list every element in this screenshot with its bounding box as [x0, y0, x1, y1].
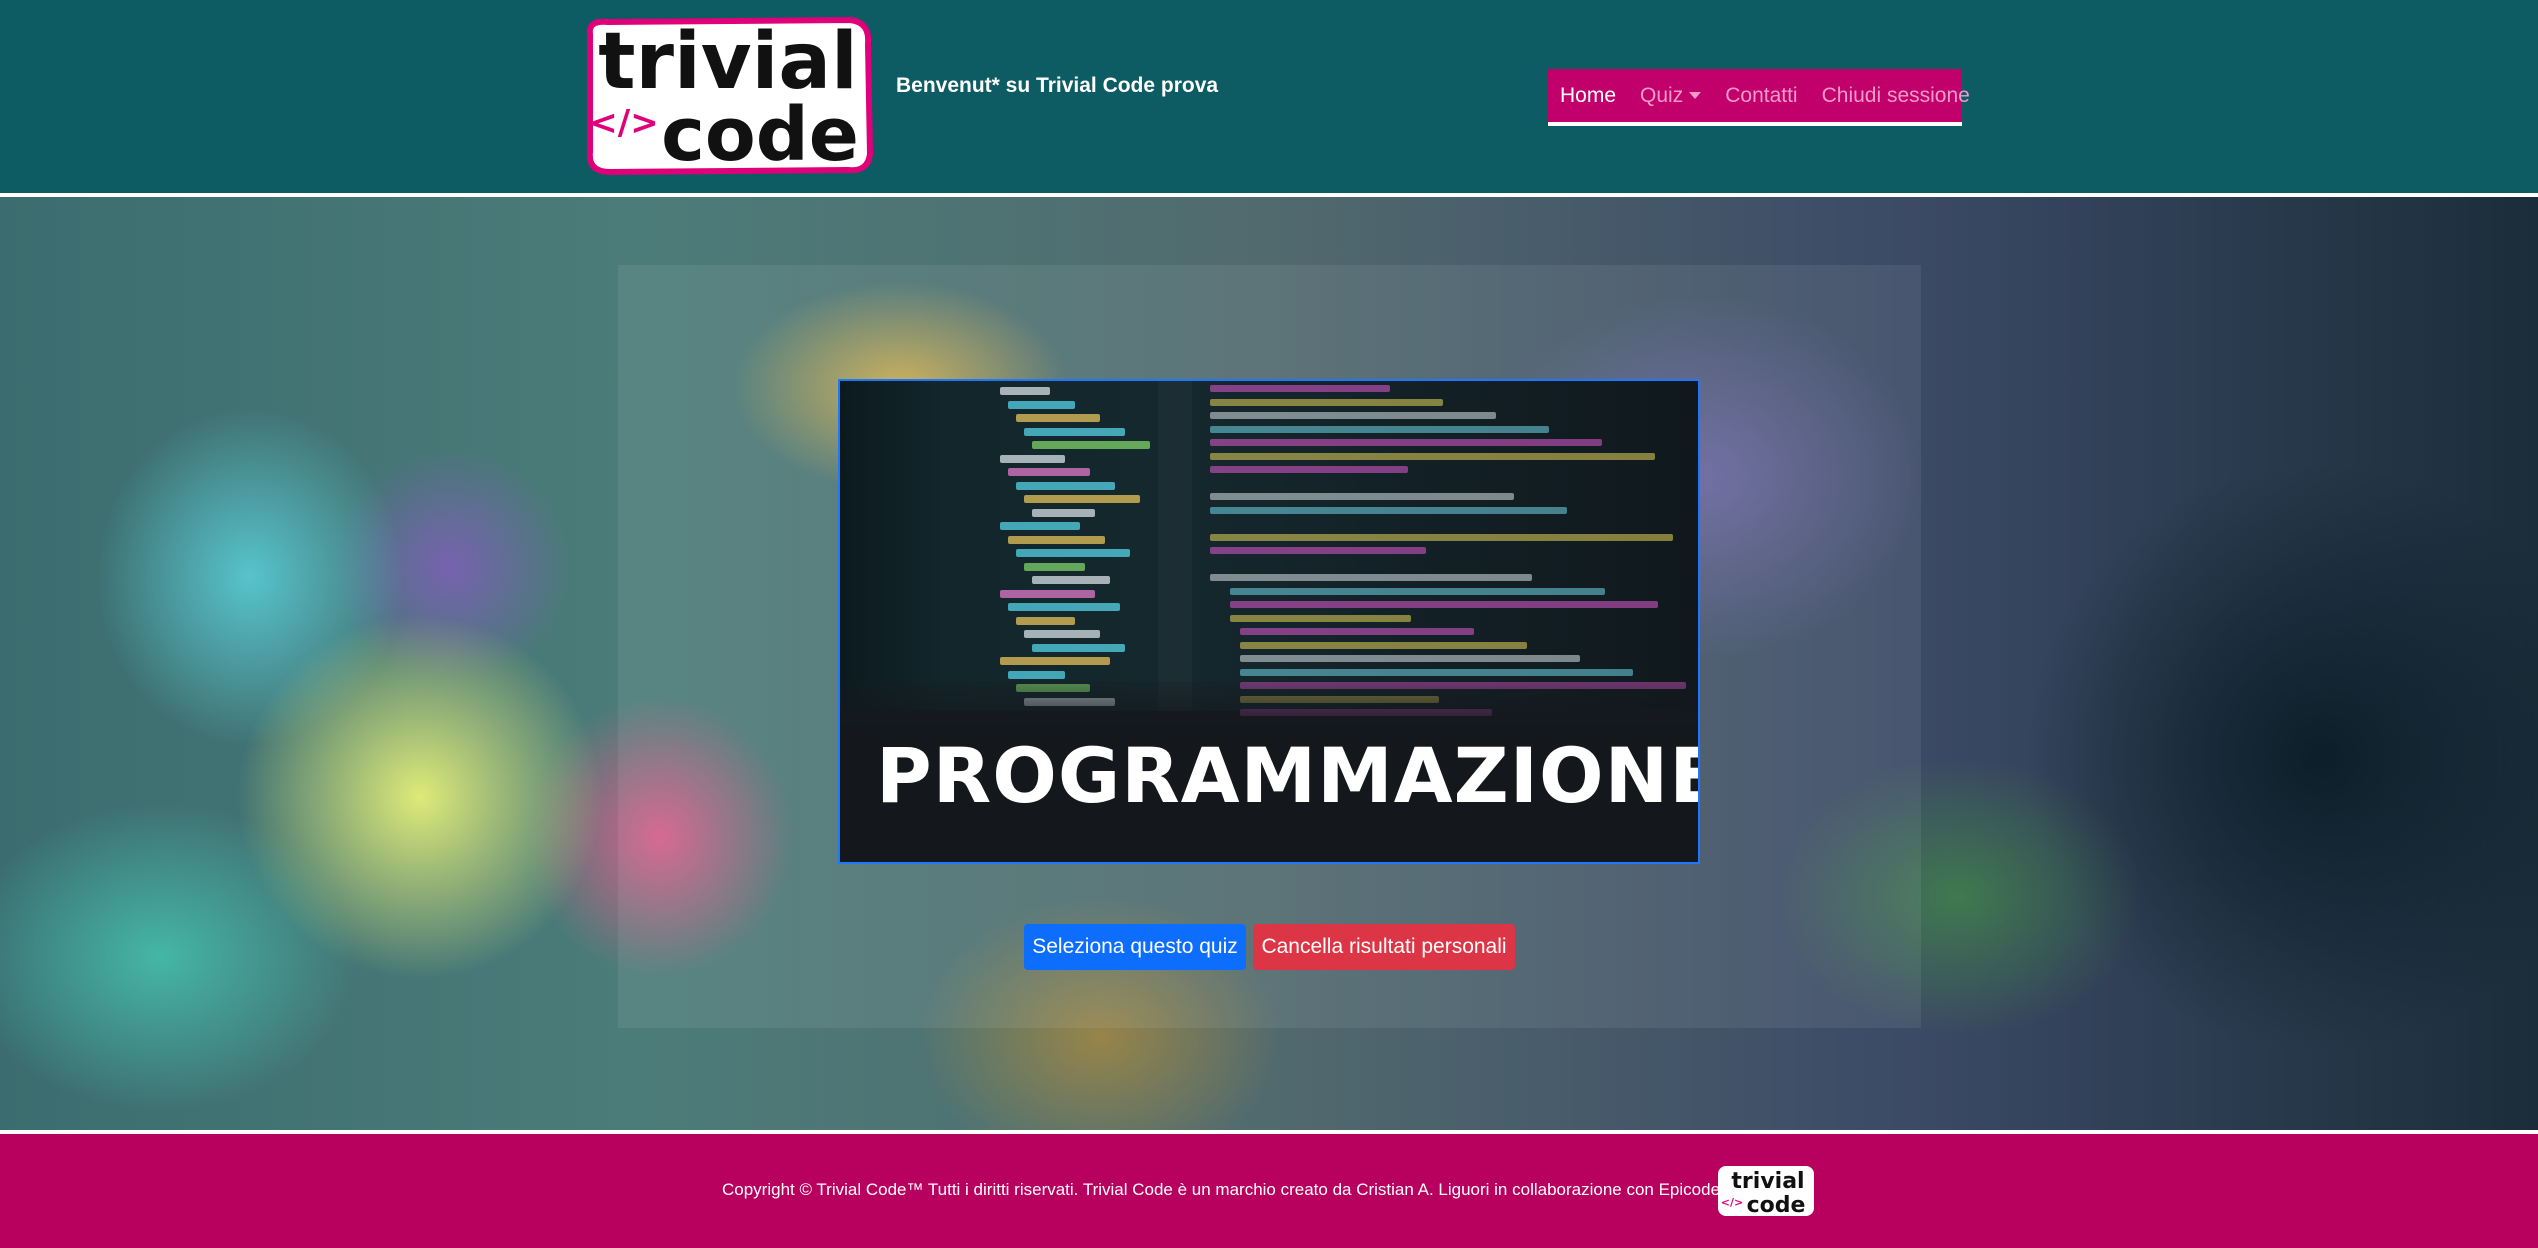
file-tree-line: [1024, 630, 1100, 638]
code-screenshot-image: [840, 381, 1698, 716]
file-tree-line: [1000, 454, 1065, 463]
code-line: [1230, 614, 1411, 622]
code-line: [1210, 574, 1532, 581]
nav-home[interactable]: Home: [1548, 84, 1628, 108]
code-line: [1210, 493, 1514, 500]
hero-background: PROGRAMMAZIONE Seleziona questo quiz Can…: [0, 197, 2538, 1130]
footer-logo: trivial code </>: [1716, 1164, 1816, 1218]
file-tree-line: [1032, 508, 1095, 517]
code-line: [1210, 412, 1496, 419]
svg-text:trivial: trivial: [1731, 1169, 1804, 1194]
file-tree-line: [1008, 535, 1105, 544]
quiz-cover-image[interactable]: PROGRAMMAZIONE: [838, 379, 1700, 864]
main-nav: Home Quiz Contatti Chiudi sessione: [1548, 69, 1970, 126]
copyright-text: Copyright © Trivial Code™ Tutti i diritt…: [722, 1180, 1782, 1199]
file-tree-line: [1024, 562, 1085, 571]
code-line: [1210, 506, 1567, 514]
file-tree-line: [1008, 670, 1065, 679]
code-line: [1210, 385, 1390, 392]
file-tree-line: [1032, 576, 1110, 584]
file-tree-line: [1000, 657, 1110, 665]
svg-text:</>: </>: [589, 103, 658, 143]
quiz-title: PROGRAMMAZIONE: [876, 731, 1700, 820]
file-tree-line: [1000, 387, 1050, 395]
code-line: [1240, 655, 1580, 662]
file-tree-line: [1000, 522, 1080, 530]
nav-chiudi-sessione-label: Chiudi sessione: [1821, 83, 1970, 107]
select-quiz-button[interactable]: Seleziona questo quiz: [1024, 924, 1246, 970]
welcome-message: Benvenut* su Trivial Code prova: [896, 74, 1219, 97]
file-tree-line: [1032, 643, 1125, 652]
svg-text:code: code: [1747, 1193, 1806, 1218]
file-tree-line: [1024, 495, 1140, 503]
caret-down-icon: [1689, 92, 1702, 99]
reset-results-button[interactable]: Cancella risultati personali: [1253, 924, 1515, 970]
code-line: [1210, 533, 1673, 541]
line-number-gutter: [1158, 381, 1192, 711]
code-line: [1210, 466, 1408, 473]
file-tree-line: [1008, 603, 1120, 611]
code-line: [1240, 628, 1474, 635]
code-line: [1240, 641, 1527, 649]
code-line: [1210, 452, 1655, 460]
code-line: [1210, 439, 1602, 446]
svg-text:</>: </>: [1721, 1196, 1743, 1209]
svg-text:code: code: [661, 92, 859, 176]
code-line: [1210, 547, 1426, 554]
code-line: [1210, 398, 1443, 406]
file-tree-line: [1024, 427, 1125, 436]
file-tree-decoration: [980, 381, 1160, 711]
nav-contatti-label: Contatti: [1725, 83, 1798, 107]
code-line: [1230, 601, 1658, 608]
file-tree-line: [1016, 481, 1115, 490]
trivial-code-logo[interactable]: trivial code </>: [580, 14, 875, 176]
nav-contatti[interactable]: Contatti: [1713, 84, 1809, 108]
file-tree-line: [1016, 549, 1130, 557]
file-tree-line: [1032, 441, 1150, 449]
file-tree-line: [1008, 400, 1075, 409]
code-line: [1210, 425, 1549, 433]
site-header: trivial code </> Benvenut* su Trivial Co…: [0, 0, 2538, 193]
code-line: [1230, 587, 1605, 595]
file-tree-line: [1008, 468, 1090, 476]
nav-quiz-label: Quiz: [1640, 83, 1684, 107]
file-tree-line: [1016, 616, 1075, 625]
nav-chiudi-sessione[interactable]: Chiudi sessione: [1810, 84, 1982, 108]
code-line: [1240, 668, 1633, 676]
nav-home-label: Home: [1560, 83, 1617, 107]
file-tree-line: [1000, 589, 1095, 598]
file-tree-line: [1016, 414, 1100, 422]
site-footer: Copyright © Trivial Code™ Tutti i diritt…: [0, 1134, 2538, 1248]
nav-quiz-dropdown[interactable]: Quiz: [1628, 84, 1713, 108]
